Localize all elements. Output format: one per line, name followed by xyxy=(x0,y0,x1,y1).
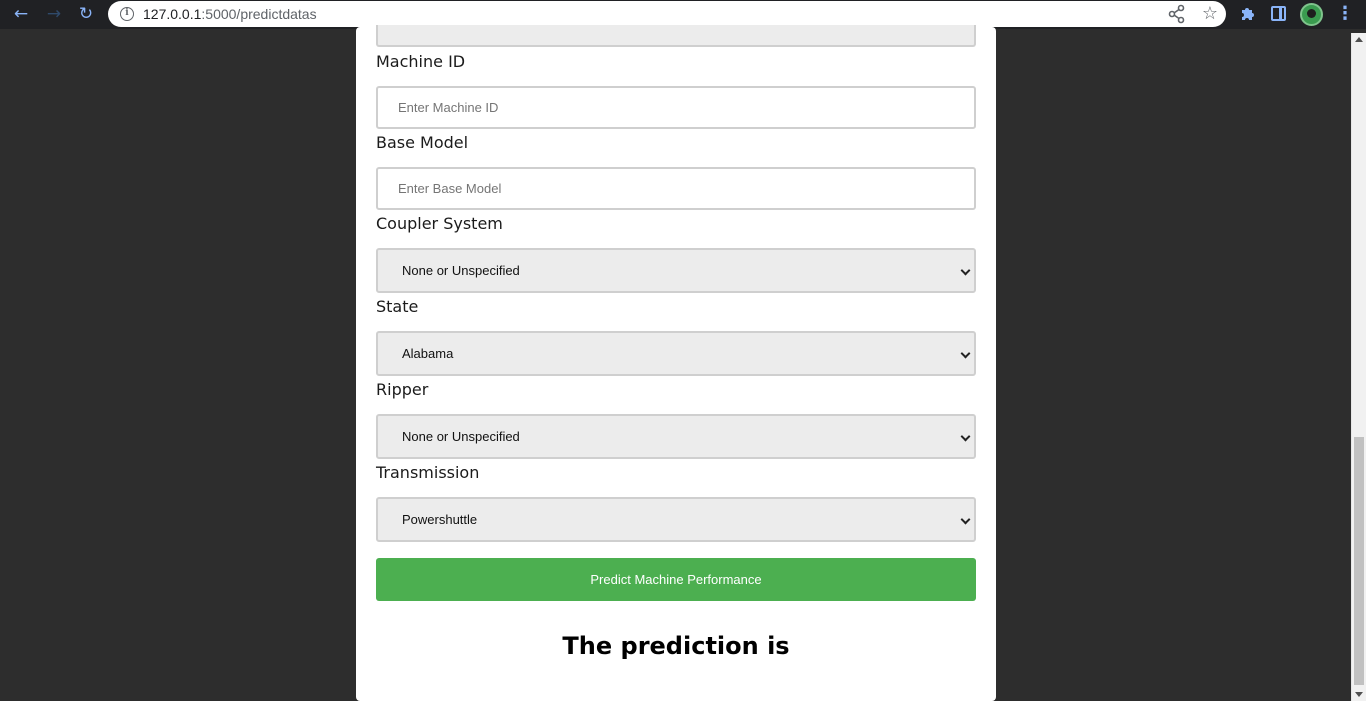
chevron-down-icon xyxy=(960,431,971,442)
url-path: :5000/predictdatas xyxy=(201,6,317,22)
chevron-down-icon xyxy=(960,265,971,276)
reload-icon[interactable]: ↻ xyxy=(74,3,98,25)
state-value: Alabama xyxy=(402,346,454,361)
forward-icon[interactable]: → xyxy=(42,3,66,25)
coupler-system-value: None or Unspecified xyxy=(402,263,520,278)
avatar[interactable] xyxy=(1300,3,1323,26)
machine-id-input[interactable] xyxy=(376,86,976,129)
machine-id-label: Machine ID xyxy=(376,52,466,71)
url-host: 127.0.0.1 xyxy=(143,6,202,22)
form-card: Machine ID Base Model Coupler System Non… xyxy=(356,25,996,701)
ripper-label: Ripper xyxy=(376,380,429,399)
side-panel-icon[interactable] xyxy=(1271,6,1286,21)
base-model-label: Base Model xyxy=(376,133,469,152)
ripper-value: None or Unspecified xyxy=(402,429,520,444)
transmission-label: Transmission xyxy=(376,463,480,482)
scroll-thumb[interactable] xyxy=(1354,437,1364,685)
ripper-select[interactable]: None or Unspecified xyxy=(376,414,976,459)
url-text[interactable]: 127.0.0.1:5000/predictdatas xyxy=(143,6,317,22)
state-label: State xyxy=(376,297,419,316)
base-model-input[interactable] xyxy=(376,167,976,210)
predict-button[interactable]: Predict Machine Performance xyxy=(376,558,976,601)
coupler-system-label: Coupler System xyxy=(376,214,503,233)
state-select[interactable]: Alabama xyxy=(376,331,976,376)
previous-field-remnant[interactable] xyxy=(376,25,976,47)
transmission-select[interactable]: Powershuttle xyxy=(376,497,976,542)
prediction-heading: The prediction is xyxy=(562,632,790,660)
menu-icon[interactable]: ⋮ xyxy=(1336,4,1354,24)
scroll-down-arrow-icon[interactable] xyxy=(1355,692,1363,697)
vertical-scrollbar[interactable] xyxy=(1351,33,1366,701)
back-icon[interactable]: ← xyxy=(9,3,33,25)
address-bar[interactable]: i 127.0.0.1:5000/predictdatas ☆ xyxy=(108,1,1226,27)
transmission-value: Powershuttle xyxy=(402,512,478,527)
chevron-down-icon xyxy=(960,514,971,525)
info-icon[interactable]: i xyxy=(120,7,134,21)
chevron-down-icon xyxy=(960,348,971,359)
coupler-system-select[interactable]: None or Unspecified xyxy=(376,248,976,293)
extensions-icon[interactable] xyxy=(1238,4,1258,24)
scroll-up-arrow-icon[interactable] xyxy=(1355,37,1363,42)
page-viewport: Machine ID Base Model Coupler System Non… xyxy=(0,25,1366,701)
share-icon[interactable] xyxy=(1168,4,1186,24)
star-icon[interactable]: ☆ xyxy=(1202,3,1218,25)
